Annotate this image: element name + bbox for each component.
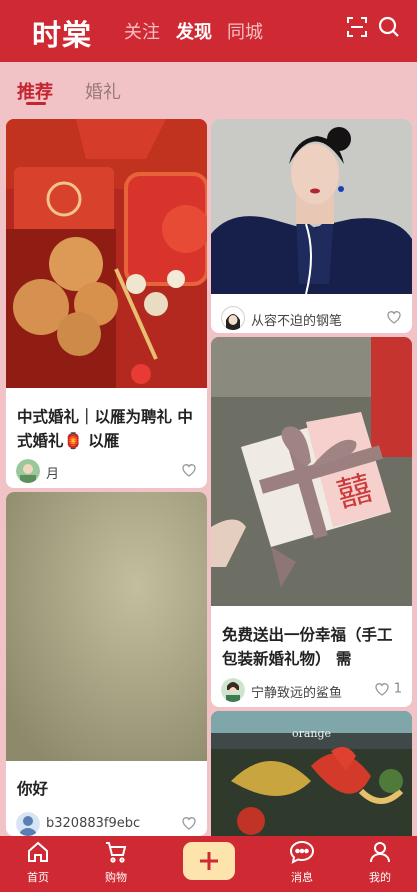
subtab-wedding[interactable]: 婚礼: [85, 78, 121, 104]
like-button[interactable]: [181, 815, 197, 831]
like-button[interactable]: 1: [374, 681, 402, 697]
heart-icon: [181, 816, 197, 831]
author-name[interactable]: 月: [46, 463, 59, 482]
tab-discover[interactable]: 发现: [176, 18, 212, 44]
card-title: 中式婚礼｜以雁为聘礼 中式婚礼🏮 以雁: [17, 408, 193, 450]
chat-icon: [289, 840, 315, 868]
create-post-button[interactable]: [183, 842, 235, 880]
plus-icon: [197, 852, 221, 877]
card-meta: b320883f9ebc: [16, 812, 197, 836]
cart-icon: [104, 842, 128, 868]
card-image: [211, 119, 412, 294]
feed-card[interactable]: 中式婚礼｜以雁为聘礼 中式婚礼🏮 以雁 月: [6, 119, 207, 488]
tab-following[interactable]: 关注: [124, 18, 160, 44]
card-meta: 宁静致远的鲨鱼 1: [221, 678, 402, 704]
nav-label: 首页: [27, 871, 49, 884]
sub-tab-bar: 推荐 婚礼: [0, 62, 417, 112]
app-logo: 时棠: [32, 18, 93, 52]
person-icon: [368, 842, 392, 868]
nav-label: 购物: [105, 871, 127, 884]
feed-card[interactable]: 你好 b320883f9ebc: [6, 492, 207, 836]
scan-icon[interactable]: [346, 16, 368, 42]
feed-card[interactable]: 从容不迫的钢笔: [211, 119, 412, 333]
card-image: [6, 492, 207, 761]
card-image: 囍: [211, 337, 412, 606]
card-title: 你好: [17, 780, 49, 798]
nav-profile[interactable]: 我的: [350, 840, 410, 885]
subtab-recommend[interactable]: 推荐: [17, 78, 53, 104]
like-button[interactable]: [386, 309, 402, 325]
author-name[interactable]: 宁静致远的鲨鱼: [251, 682, 342, 701]
nav-home[interactable]: 首页: [8, 840, 68, 885]
card-meta: 月: [16, 459, 197, 485]
nav-shopping[interactable]: 购物: [86, 840, 146, 885]
card-image: [6, 119, 207, 388]
like-count: 1: [393, 681, 402, 697]
avatar[interactable]: [16, 812, 40, 836]
active-tab-indicator: [26, 102, 46, 105]
feed-card[interactable]: orange: [211, 711, 412, 851]
card-meta: 从容不迫的钢笔: [221, 306, 402, 332]
nav-messages[interactable]: 消息: [272, 840, 332, 885]
feed-card[interactable]: 囍 免费送出一份幸福（手工包装新婚礼物） 需 宁静致远的鲨鱼 1: [211, 337, 412, 707]
bottom-nav: 首页 购物 消息 我的: [0, 836, 417, 892]
avatar[interactable]: [221, 306, 245, 330]
nav-label: 消息: [291, 871, 313, 884]
nav-label: 我的: [369, 871, 391, 884]
home-icon: [26, 841, 50, 868]
top-bar: 时棠 关注 发现 同城: [0, 0, 417, 62]
like-button[interactable]: [181, 462, 197, 478]
author-name[interactable]: b320883f9ebc: [46, 816, 140, 831]
author-name[interactable]: 从容不迫的钢笔: [251, 310, 342, 329]
heart-icon: [386, 310, 402, 325]
tab-nearby[interactable]: 同城: [227, 18, 263, 44]
card-title: 免费送出一份幸福（手工包装新婚礼物） 需: [222, 626, 393, 668]
heart-icon: [181, 463, 197, 478]
heart-icon: [374, 682, 390, 697]
avatar[interactable]: [221, 678, 245, 702]
search-icon[interactable]: [378, 16, 400, 42]
avatar[interactable]: [16, 459, 40, 483]
storefront-sign: orange: [291, 727, 332, 740]
